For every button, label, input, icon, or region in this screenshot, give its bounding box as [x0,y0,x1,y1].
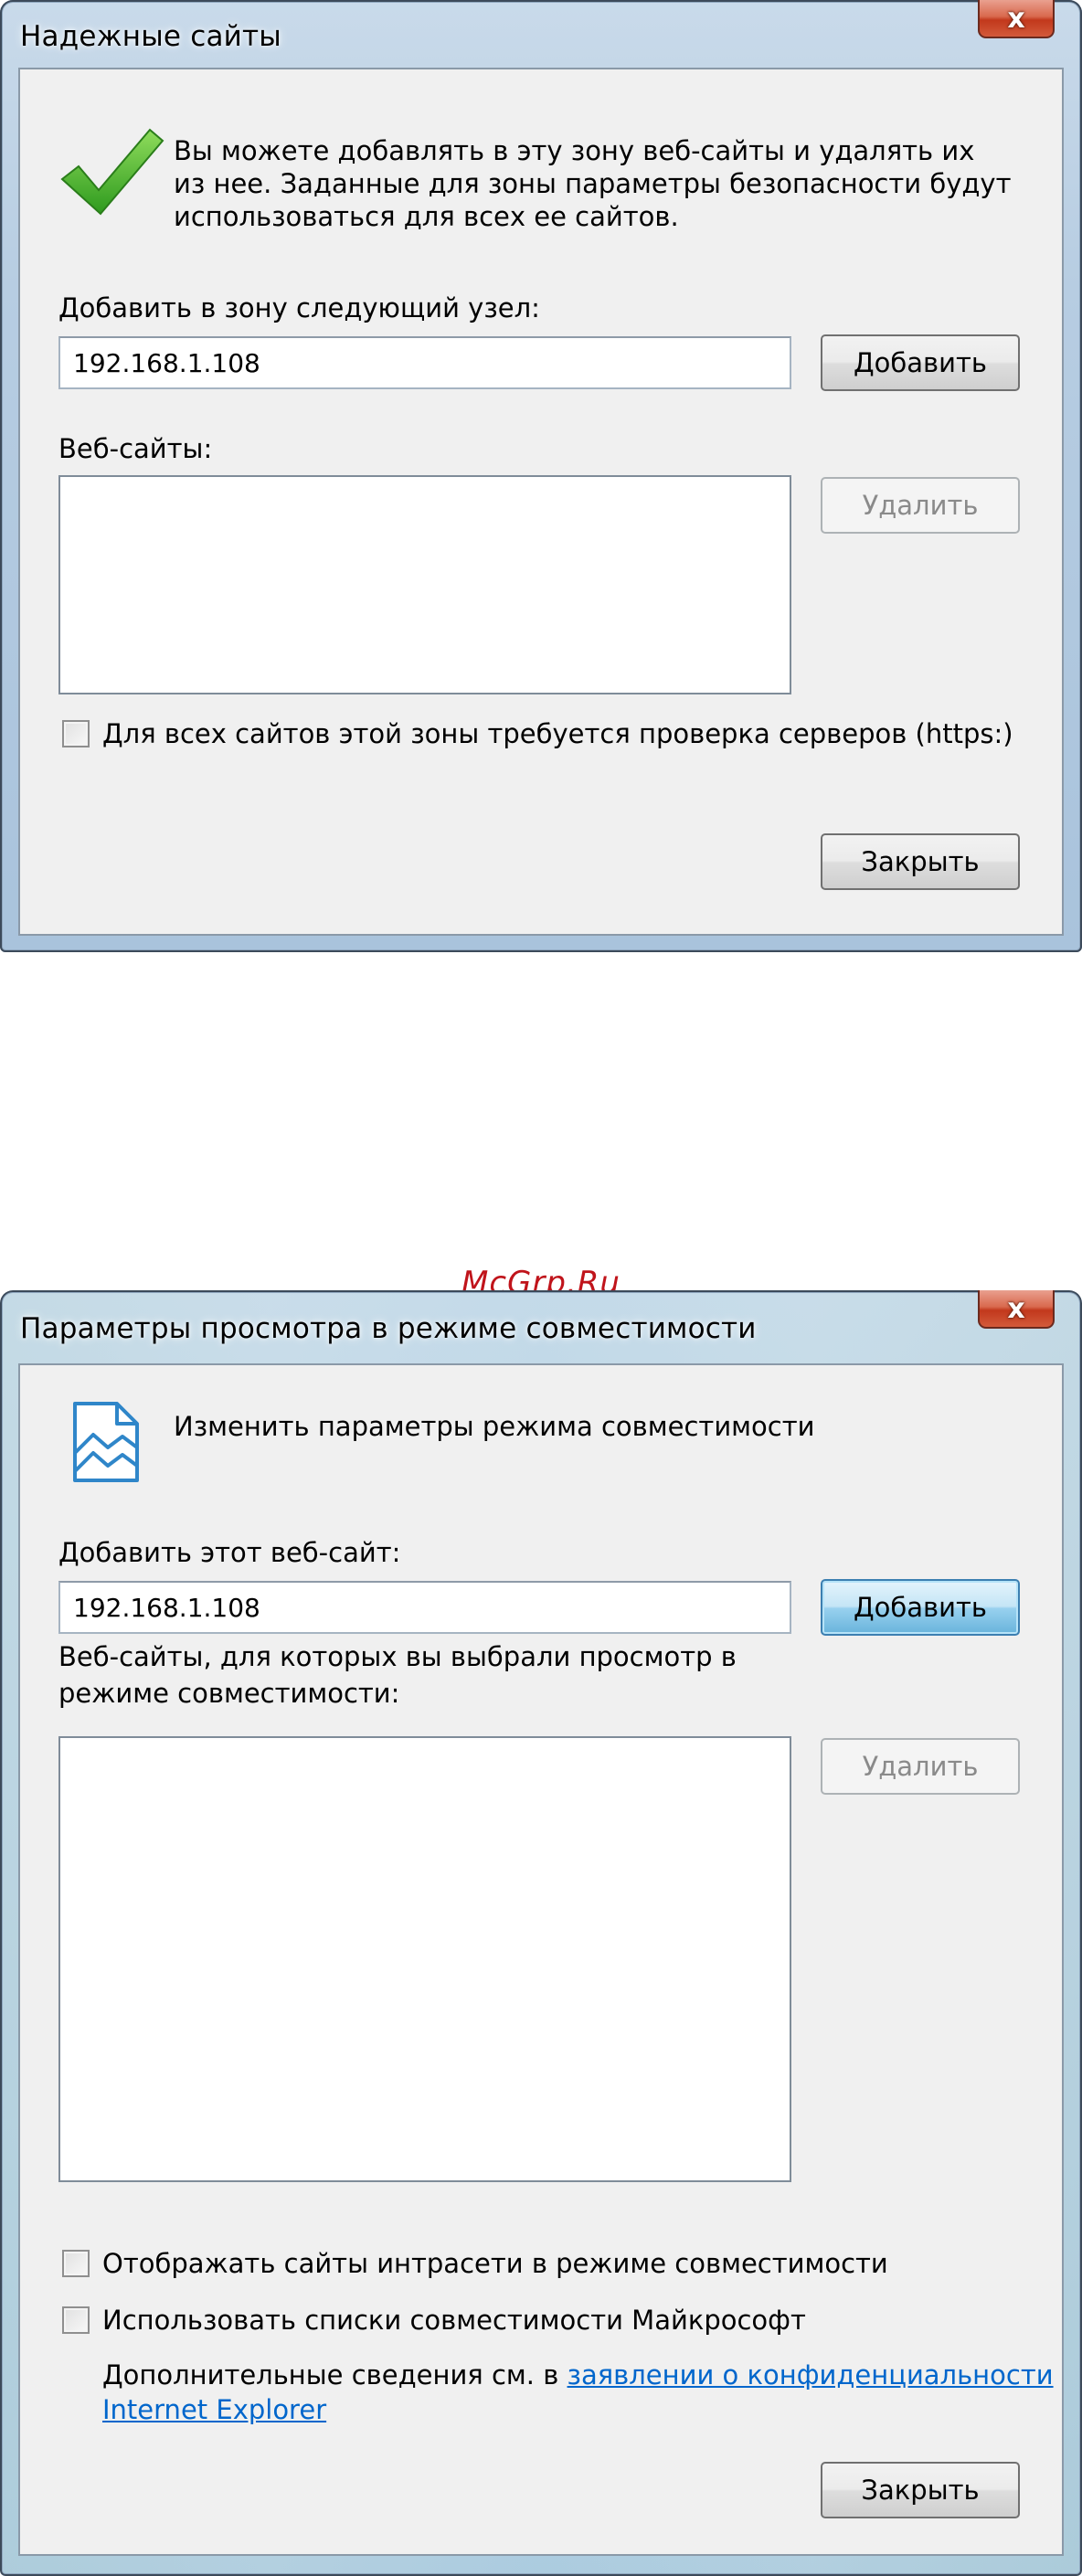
more-info-prefix: Дополнительные сведения см. в [102,2359,568,2390]
close-button[interactable]: Закрыть [821,833,1020,890]
https-checkbox-label: Для всех сайтов этой зоны требуется пров… [102,718,1013,749]
window-close-button[interactable]: x [978,1290,1055,1329]
close-icon: x [1007,1292,1025,1325]
compatibility-page-icon [73,1402,139,1482]
title-bar[interactable]: Параметры просмотра в режиме совместимос… [0,1290,1082,1358]
ms-lists-checkbox-label: Использовать списки совместимости Майкро… [102,2305,806,2336]
websites-label: Веб-сайты: [58,433,213,464]
https-checkbox[interactable] [62,720,90,747]
window-title: Надежные сайты [20,20,281,53]
websites-list[interactable] [58,1736,791,2182]
header-text: Изменить параметры режима совместимости [174,1411,815,1442]
add-button[interactable]: Добавить [821,1579,1020,1636]
more-info-text: Дополнительные сведения см. в заявлении … [102,2358,1054,2392]
add-site-input-value: 192.168.1.108 [73,347,260,378]
remove-button[interactable]: Удалить [821,477,1020,534]
info-text-line-3: использоваться для всех ее сайтов. [174,201,679,232]
add-site-input-value: 192.168.1.108 [73,1592,260,1623]
add-site-input[interactable]: 192.168.1.108 [58,336,791,389]
intranet-checkbox[interactable] [62,2250,90,2277]
info-text-line-1: Вы можете добавлять в эту зону веб-сайты… [174,135,975,166]
add-button[interactable]: Добавить [821,334,1020,391]
intranet-checkbox-label: Отображать сайты интрасети в режиме совм… [102,2248,888,2279]
checkmark-icon [60,128,164,216]
privacy-link-line-2: Internet Explorer [102,2392,326,2427]
websites-label-line-1: Веб-сайты, для которых вы выбрали просмо… [58,1641,737,1672]
websites-label-line-2: режиме совместимости: [58,1678,400,1709]
websites-list[interactable] [58,475,791,694]
trusted-sites-dialog: Надежные сайты x Вы можете добавлять в э… [0,0,1082,952]
info-text-line-2: из нее. Заданные для зоны параметры безо… [174,168,1012,199]
close-button[interactable]: Закрыть [821,2462,1020,2518]
close-icon: x [1007,2,1025,35]
privacy-statement-link[interactable]: заявлении о конфиденциальности [568,2359,1054,2390]
dialog-client-area: Изменить параметры режима совместимости … [18,1363,1064,2556]
add-site-label: Добавить в зону следующий узел: [58,292,540,323]
privacy-statement-link-ie[interactable]: Internet Explorer [102,2394,326,2425]
window-title: Параметры просмотра в режиме совместимос… [20,1312,757,1345]
ms-lists-checkbox[interactable] [62,2306,90,2334]
add-site-input[interactable]: 192.168.1.108 [58,1581,791,1634]
add-site-label: Добавить этот веб-сайт: [58,1537,401,1568]
window-close-button[interactable]: x [978,0,1055,38]
remove-button[interactable]: Удалить [821,1738,1020,1795]
dialog-client-area: Вы можете добавлять в эту зону веб-сайты… [18,68,1064,936]
title-bar[interactable]: Надежные сайты x [0,0,1082,68]
compatibility-view-dialog: Параметры просмотра в режиме совместимос… [0,1290,1082,2576]
